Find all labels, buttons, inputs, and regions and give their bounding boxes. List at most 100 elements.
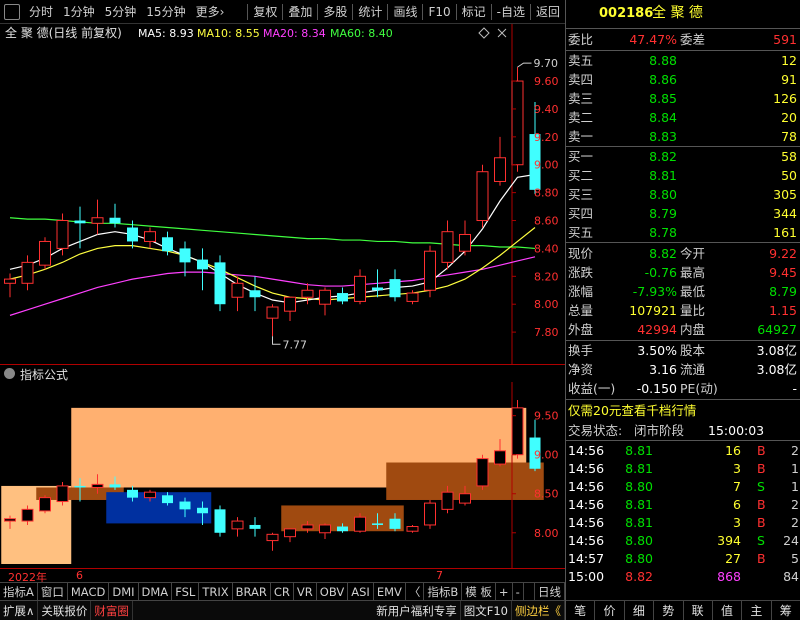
- indicator-tab[interactable]: EMV: [374, 582, 406, 601]
- bid-row[interactable]: 买一 8.82 58: [566, 147, 800, 166]
- bottom-bar-item[interactable]: 财富圈: [91, 600, 133, 620]
- bottom-bar-item[interactable]: 新用户福利专享: [373, 600, 461, 620]
- price-tick-label: 8.60: [534, 215, 559, 228]
- toolbar-btn-stats[interactable]: 统计: [353, 0, 387, 24]
- tick-row: 14:56 8.80 7 S 1: [566, 477, 800, 496]
- quote-row: 现价 8.82 今开 9.22: [566, 244, 800, 263]
- stock-name[interactable]: 全 聚 德: [652, 4, 703, 23]
- level-label: 买三: [568, 187, 594, 202]
- toolbar-btn-1min[interactable]: 1分钟: [58, 0, 100, 24]
- fund-label: PE(动): [680, 381, 718, 396]
- bid-row[interactable]: 买五 8.78 161: [566, 223, 800, 242]
- indicator-tab[interactable]: 日线: [534, 582, 565, 601]
- bid-row[interactable]: 买四 8.79 344: [566, 204, 800, 223]
- indicator-tab[interactable]: CR: [271, 582, 294, 601]
- indicator-tab[interactable]: VR: [294, 582, 317, 601]
- candle-body: [144, 491, 156, 499]
- panel-tab[interactable]: 筹: [772, 601, 800, 620]
- low-price-label: 7.77: [283, 338, 308, 351]
- candle-body: [56, 220, 69, 249]
- level-volume: 78: [781, 129, 797, 144]
- toolbar-btn-draw[interactable]: 画线: [388, 0, 422, 24]
- bid-row[interactable]: 买三 8.80 305: [566, 185, 800, 204]
- bottom-bar-item[interactable]: 关联报价: [38, 600, 92, 620]
- candle-body: [56, 485, 69, 503]
- tick-price: 8.81: [625, 515, 653, 530]
- candle-body: [511, 80, 524, 166]
- bottom-bar-item[interactable]: 侧边栏《: [512, 600, 565, 620]
- indicator-tab[interactable]: MACD: [68, 582, 110, 601]
- candle-body: [494, 157, 506, 182]
- indicator-tab[interactable]: 指标A: [0, 582, 38, 601]
- indicator-tab[interactable]: 〈: [406, 582, 425, 601]
- toolbar-btn-back[interactable]: 返回: [531, 0, 565, 24]
- toolbar-btn-mark[interactable]: 标记: [457, 0, 491, 24]
- stock-code[interactable]: 002186: [599, 4, 653, 23]
- panel-tab[interactable]: 主: [742, 601, 772, 620]
- tick-count: 1: [791, 461, 799, 476]
- candle-body: [372, 287, 383, 291]
- bid-row[interactable]: 买二 8.81 50: [566, 166, 800, 185]
- indicator-tab[interactable]: -: [513, 582, 524, 601]
- indicator-tab[interactable]: FSL: [172, 582, 200, 601]
- indicator-tab[interactable]: DMA: [139, 582, 173, 601]
- tick-side: B: [757, 515, 766, 530]
- promo-row[interactable]: 仅需20元查看千档行情: [566, 401, 800, 420]
- tick-price: 8.81: [625, 443, 653, 458]
- toolbar-btn-timeshare[interactable]: 分时: [24, 0, 58, 24]
- indicator-tab[interactable]: 窗口: [38, 582, 68, 601]
- bottom-bar-item[interactable]: 扩展∧: [0, 600, 39, 620]
- indicator-chart[interactable]: 8.00 8.50 9.00 9.50: [0, 382, 565, 568]
- panel-tab[interactable]: 联: [684, 601, 713, 620]
- trade-status-label: 交易状态:: [568, 423, 623, 438]
- candle-body: [231, 520, 244, 530]
- indicator-tab[interactable]: +: [496, 582, 513, 601]
- toolbar-btn-overlay[interactable]: 叠加: [283, 0, 317, 24]
- panel-tab[interactable]: 细: [625, 601, 655, 620]
- price-chart[interactable]: 7.80 8.00 8.20 8.40 8.60 8.80 9.00 9.20 9.40 9.60…: [0, 24, 565, 364]
- toolbar-btn-adjust[interactable]: 复权: [248, 0, 282, 24]
- ask-row[interactable]: 卖一 8.83 78: [566, 127, 800, 146]
- level-price: 8.81: [649, 168, 677, 183]
- tick-price: 8.80: [625, 551, 653, 566]
- tick-count: 1: [791, 479, 799, 494]
- trade-status-time: 15:00:03: [708, 423, 765, 438]
- indicator-tab[interactable]: 模 板: [462, 582, 496, 601]
- indicator-tab[interactable]: OBV: [317, 582, 349, 601]
- level-price: 8.79: [649, 206, 677, 221]
- candle-body: [459, 233, 471, 252]
- indicator-tab[interactable]: DMI: [109, 582, 139, 601]
- price-tick-label: 8.20: [534, 270, 559, 283]
- ask-row[interactable]: 卖二 8.84 20: [566, 108, 800, 127]
- indicator-menu-icon[interactable]: [4, 368, 15, 379]
- tick-time: 14:56: [568, 497, 605, 512]
- indicator-tab[interactable]: ASI: [348, 582, 374, 601]
- toolbar-btn-15min[interactable]: 15分钟: [141, 0, 190, 24]
- candle-body: [389, 518, 401, 529]
- toolbar-btn-multi[interactable]: 多股: [318, 0, 352, 24]
- panel-tab[interactable]: 笔: [566, 601, 596, 620]
- bottom-bar-item[interactable]: 图文F10: [461, 600, 512, 620]
- toolbar-btn-more[interactable]: 更多›: [191, 0, 230, 24]
- ask-row[interactable]: 卖三 8.85 126: [566, 89, 800, 108]
- fund-value: 3.50%: [637, 343, 677, 358]
- candle-body: [21, 508, 34, 522]
- ask-row[interactable]: 卖四 8.86 91: [566, 70, 800, 89]
- panel-tab[interactable]: 价: [595, 601, 625, 620]
- fund-label: 换手: [568, 343, 594, 358]
- candle-body: [179, 501, 191, 510]
- toolbar-btn-remove-watch[interactable]: -自选: [492, 0, 530, 24]
- indicator-tab[interactable]: 指标B: [424, 582, 463, 601]
- grid-menu-icon[interactable]: [4, 3, 20, 20]
- quote-label: 内盘: [680, 322, 706, 337]
- toolbar-btn-5min[interactable]: 5分钟: [100, 0, 142, 24]
- indicator-tab[interactable]: BRAR: [233, 582, 271, 601]
- toolbar-btn-f10[interactable]: F10: [423, 0, 455, 24]
- panel-tab[interactable]: 值: [713, 601, 743, 620]
- candle-body: [424, 250, 436, 291]
- ask-row[interactable]: 卖五 8.88 12: [566, 51, 800, 70]
- candle-body: [214, 509, 226, 533]
- panel-tab[interactable]: 势: [654, 601, 684, 620]
- promo-text[interactable]: 仅需20元查看千档行情: [568, 401, 696, 420]
- indicator-tab[interactable]: TRIX: [199, 582, 233, 601]
